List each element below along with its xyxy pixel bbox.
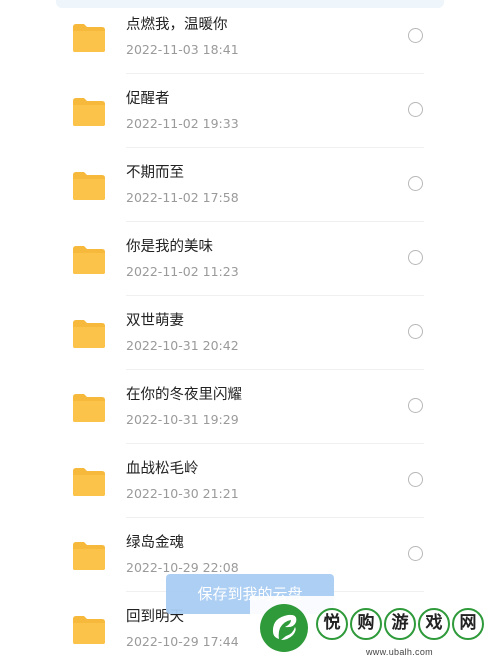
file-row[interactable]: 双世萌妻 2022-10-31 20:42	[0, 296, 500, 370]
file-date: 2022-11-02 11:23	[126, 264, 239, 279]
file-row[interactable]: 你是我的美味 2022-11-02 11:23	[0, 222, 500, 296]
file-name: 你是我的美味	[126, 239, 213, 255]
file-row[interactable]: 点燃我，温暖你 2022-11-03 18:41	[0, 0, 500, 74]
folder-icon	[72, 94, 106, 128]
radio-unchecked-icon[interactable]	[408, 324, 423, 339]
watermark-brand: 悦 购 游 戏 网	[316, 608, 484, 640]
folder-icon	[72, 168, 106, 202]
watermark-char: 游	[384, 608, 416, 640]
watermark-char: 网	[452, 608, 484, 640]
file-date: 2022-11-03 18:41	[126, 42, 239, 57]
file-date: 2022-10-30 21:21	[126, 486, 239, 501]
file-row[interactable]: 促醒者 2022-11-02 19:33	[0, 74, 500, 148]
watermark-char: 悦	[316, 608, 348, 640]
radio-unchecked-icon[interactable]	[408, 28, 423, 43]
file-name: 绿岛金魂	[126, 535, 184, 551]
watermark-char: 戏	[418, 608, 450, 640]
radio-unchecked-icon[interactable]	[408, 176, 423, 191]
file-name: 促醒者	[126, 91, 170, 107]
radio-unchecked-icon[interactable]	[408, 398, 423, 413]
watermark: 悦 购 游 戏 网 www.ubalh.com	[250, 596, 500, 666]
folder-icon	[72, 538, 106, 572]
leaf-logo-icon	[258, 602, 310, 654]
file-date: 2022-10-31 19:29	[126, 412, 239, 427]
folder-icon	[72, 242, 106, 276]
file-name: 在你的冬夜里闪耀	[126, 387, 242, 403]
file-row[interactable]: 不期而至 2022-11-02 17:58	[0, 148, 500, 222]
file-date: 2022-10-29 17:44	[126, 634, 239, 649]
radio-unchecked-icon[interactable]	[408, 546, 423, 561]
radio-unchecked-icon[interactable]	[408, 102, 423, 117]
file-date: 2022-11-02 17:58	[126, 190, 239, 205]
file-name: 血战松毛岭	[126, 461, 199, 477]
folder-icon	[72, 464, 106, 498]
file-date: 2022-10-29 22:08	[126, 560, 239, 575]
watermark-url: www.ubalh.com	[366, 647, 433, 657]
radio-unchecked-icon[interactable]	[408, 250, 423, 265]
folder-icon	[72, 612, 106, 646]
radio-unchecked-icon[interactable]	[408, 472, 423, 487]
file-date: 2022-11-02 19:33	[126, 116, 239, 131]
file-name: 双世萌妻	[126, 313, 184, 329]
watermark-char: 购	[350, 608, 382, 640]
folder-icon	[72, 390, 106, 424]
folder-icon	[72, 316, 106, 350]
file-row[interactable]: 血战松毛岭 2022-10-30 21:21	[0, 444, 500, 518]
folder-icon	[72, 20, 106, 54]
file-row[interactable]: 在你的冬夜里闪耀 2022-10-31 19:29	[0, 370, 500, 444]
file-name: 点燃我，温暖你	[126, 17, 228, 33]
file-name: 不期而至	[126, 165, 184, 181]
file-date: 2022-10-31 20:42	[126, 338, 239, 353]
